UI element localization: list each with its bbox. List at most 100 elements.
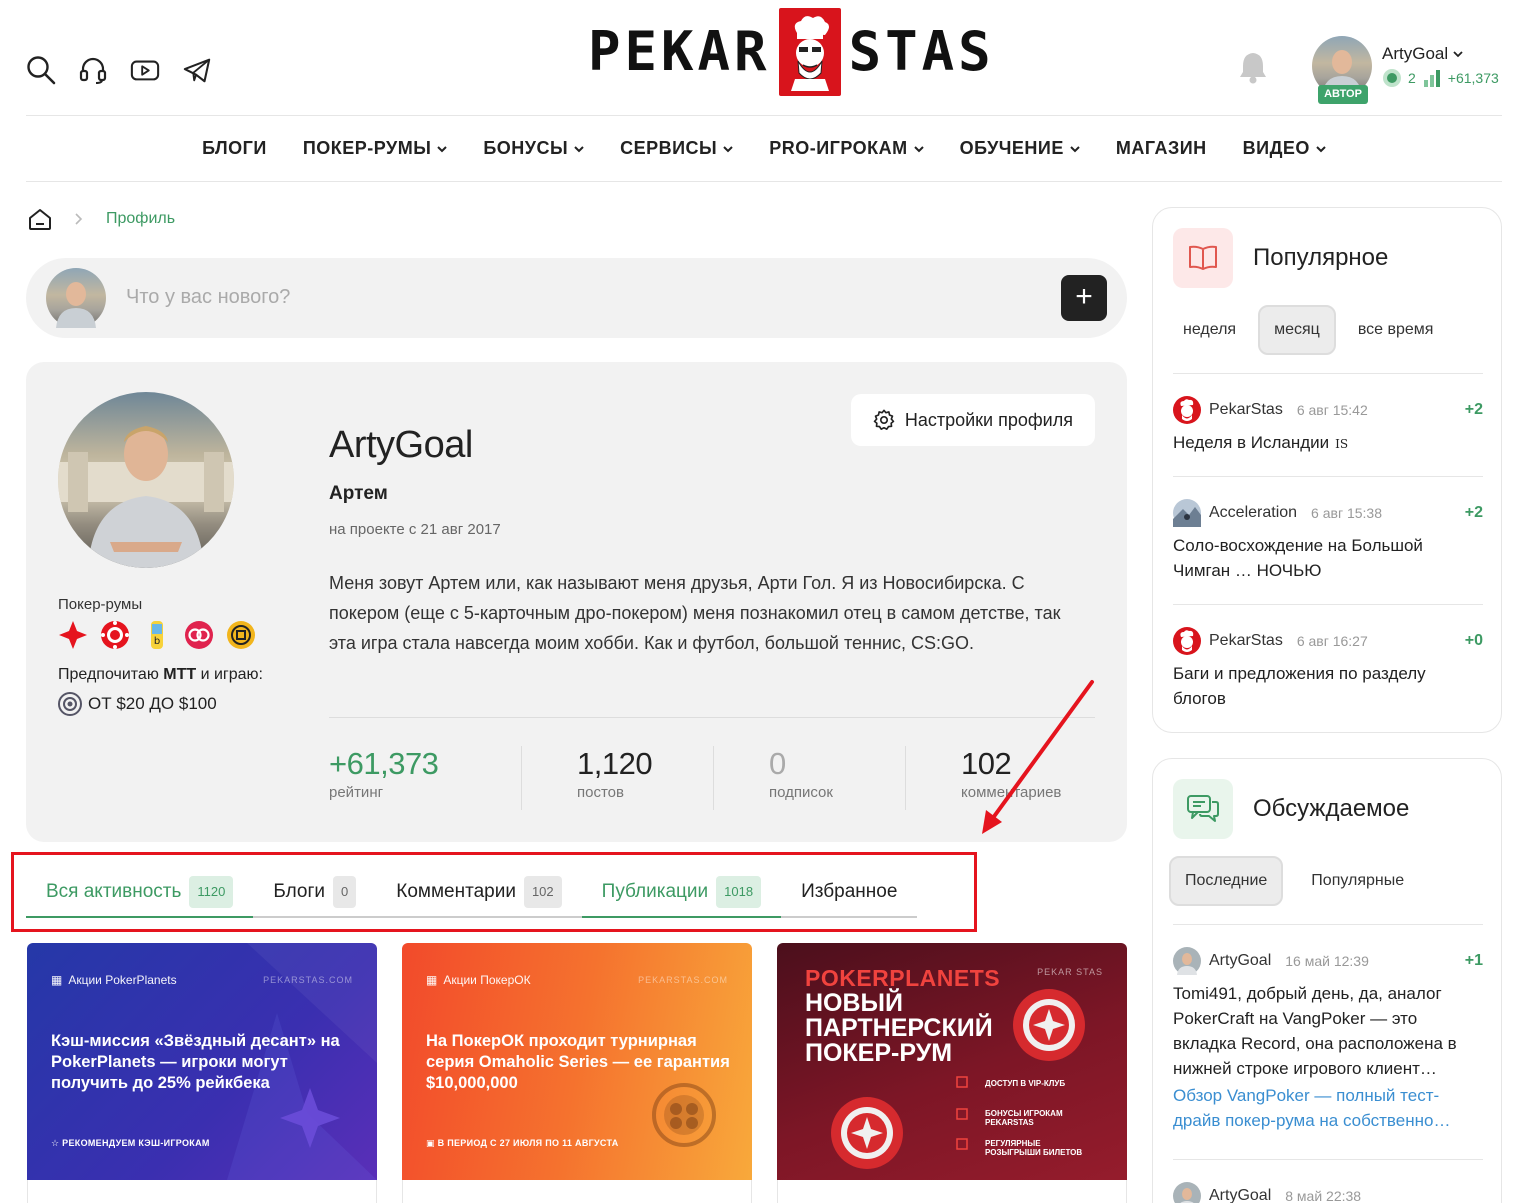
profile-settings-button[interactable]: Настройки профиля bbox=[850, 394, 1095, 446]
nav-item-4[interactable]: СЕРВИСЫ bbox=[620, 138, 733, 159]
book-icon bbox=[1173, 228, 1233, 288]
card-tag: ▦ Акции PokerPlanets bbox=[51, 973, 177, 987]
tab-2[interactable]: Блоги 0 bbox=[253, 868, 377, 918]
feed-score: +2 bbox=[1464, 401, 1483, 418]
composer-avatar bbox=[46, 268, 106, 328]
tab-label: Вся активность bbox=[46, 881, 182, 902]
filter-неделя[interactable]: неделя bbox=[1169, 305, 1250, 355]
feed-author[interactable]: ArtyGoal bbox=[1209, 952, 1271, 970]
notification-bell-icon[interactable] bbox=[1238, 50, 1268, 84]
feed-title[interactable]: Баги и предложения по разделу блогов bbox=[1173, 661, 1483, 711]
youtube-icon[interactable] bbox=[130, 55, 160, 85]
discussed-item[interactable]: ArtyGoal 16 май 12:39 +1 Tomi491, добрый де… bbox=[1173, 947, 1483, 1133]
filter-Последние[interactable]: Последние bbox=[1169, 856, 1284, 906]
composer-input[interactable]: Что у вас нового? bbox=[126, 286, 290, 309]
card-feature: ДОСТУП В VIP-КЛУБ bbox=[985, 1079, 1066, 1088]
stat-комментариев: 102 комментариев bbox=[905, 746, 1097, 810]
user-level: 2 bbox=[1408, 70, 1416, 86]
filter-все время[interactable]: все время bbox=[1344, 305, 1448, 355]
card-feature: РЕГУЛЯРНЫЕ РОЗЫГРЫШИ БИЛЕТОВ bbox=[985, 1139, 1083, 1157]
nav-item-label: ВИДЕО bbox=[1242, 138, 1310, 158]
feed-divider bbox=[1173, 1159, 1483, 1160]
level-medal-icon bbox=[1383, 69, 1401, 87]
tab-3[interactable]: Комментарии 102 bbox=[376, 868, 582, 918]
tab-label: Блоги bbox=[273, 881, 326, 902]
nav-item-label: БЛОГИ bbox=[202, 138, 267, 158]
stat-подписок: 0 подписок bbox=[713, 746, 905, 810]
logo-text-left: PEKAR bbox=[588, 20, 771, 83]
home-icon[interactable] bbox=[28, 207, 52, 231]
telegram-icon[interactable] bbox=[182, 55, 212, 85]
stat-value: 102 bbox=[961, 746, 1012, 781]
comment-post-link[interactable]: Обзор VangPoker — полный тест-драйв поке… bbox=[1173, 1083, 1483, 1133]
chevron-down-icon bbox=[1316, 138, 1326, 159]
feed-author[interactable]: Acceleration bbox=[1209, 504, 1297, 522]
popular-item[interactable]: PekarStas 6 авг 15:42 +2 Неделя в Исландии I… bbox=[1173, 396, 1483, 457]
add-post-button[interactable]: + bbox=[1061, 275, 1107, 321]
site-logo[interactable]: PEKAR STAS bbox=[588, 8, 995, 96]
pokerplanets-room-icon[interactable] bbox=[58, 620, 88, 650]
user-menu-toggle[interactable]: ArtyGoal bbox=[1382, 44, 1463, 64]
nav-item-2[interactable]: ПОКЕР-РУМЫ bbox=[303, 138, 448, 159]
main-nav: БЛОГИ ПОКЕР-РУМЫ БОНУСЫ СЕРВИСЫ PRO-ИГРОКАМ О… bbox=[26, 116, 1502, 182]
stat-рейтинг: +61,373 рейтинг bbox=[329, 746, 521, 801]
betboom-room-icon[interactable]: b bbox=[142, 620, 172, 650]
card-footer: ▣ В ПЕРИОД С 27 ИЮЛЯ ПО 11 АВГУСТА bbox=[426, 1138, 619, 1149]
feed-title[interactable]: Неделя в Исландии IS bbox=[1173, 430, 1483, 457]
stat-value: +61,373 bbox=[329, 746, 439, 781]
card-body bbox=[402, 1180, 752, 1203]
tab-5[interactable]: Избранное bbox=[781, 868, 918, 918]
nav-item-6[interactable]: ОБУЧЕНИЕ bbox=[960, 138, 1080, 159]
discussed-item[interactable]: ArtyGoal 8 май 22:38 bbox=[1173, 1182, 1483, 1203]
chevron-down-icon bbox=[1453, 51, 1463, 58]
author-avatar bbox=[1173, 947, 1201, 975]
tab-1[interactable]: Вся активность 1120 bbox=[26, 868, 254, 918]
nav-item-3[interactable]: БОНУСЫ bbox=[483, 138, 584, 159]
publication-card[interactable]: ▦ Акции PokerPlanets PEKARSTAS.COM Кэш-ми… bbox=[27, 943, 377, 1180]
tab-count-badge: 102 bbox=[523, 876, 562, 908]
card-body bbox=[27, 1180, 377, 1203]
nav-item-1[interactable]: БЛОГИ bbox=[202, 138, 267, 159]
breadcrumb-current[interactable]: Профиль bbox=[106, 210, 175, 228]
coinpoker-room-icon[interactable] bbox=[226, 620, 256, 650]
feed-title-text: Баги и предложения по разделу блогов bbox=[1173, 664, 1426, 708]
feed-divider bbox=[1173, 476, 1483, 477]
feed-item-header: ArtyGoal 16 май 12:39 +1 bbox=[1173, 947, 1483, 975]
tab-count-badge: 1120 bbox=[189, 876, 234, 908]
feed-author[interactable]: ArtyGoal bbox=[1209, 1187, 1271, 1203]
nav-item-label: PRO-ИГРОКАМ bbox=[769, 138, 908, 158]
discussed-widget: Обсуждаемое Последние Популярные ArtyGoal… bbox=[1152, 758, 1502, 1203]
nav-item-5[interactable]: PRO-ИГРОКАМ bbox=[769, 138, 924, 159]
header-icons bbox=[26, 55, 212, 85]
profile-username: ArtyGoal bbox=[329, 424, 473, 466]
publication-card[interactable]: PEKAR STAS POKERPLANETS НОВЫЙ ПАРТНЕРСКИ… bbox=[777, 943, 1127, 1180]
support-headset-icon[interactable] bbox=[78, 55, 108, 85]
search-icon[interactable] bbox=[26, 55, 56, 85]
feed-score: +0 bbox=[1464, 632, 1483, 649]
gift-icon: ▦ bbox=[426, 973, 438, 987]
nav-item-label: БОНУСЫ bbox=[483, 138, 569, 158]
comment-text[interactable]: Tomi491, добрый день, да, аналог PokerCr… bbox=[1173, 981, 1483, 1081]
popular-item[interactable]: Acceleration 6 авг 15:38 +2 Соло-восхождени… bbox=[1173, 499, 1483, 583]
pokerok-room-icon[interactable] bbox=[100, 620, 130, 650]
redstar-room-icon[interactable] bbox=[184, 620, 214, 650]
feed-score: +2 bbox=[1464, 504, 1483, 521]
filter-месяц[interactable]: месяц bbox=[1258, 305, 1336, 355]
tab-count-badge: 1018 bbox=[716, 876, 762, 908]
popular-item[interactable]: PekarStas 6 авг 16:27 +0 Баги и предложения… bbox=[1173, 627, 1483, 711]
stat-label: постов bbox=[577, 784, 624, 801]
nav-item-7[interactable]: МАГАЗИН bbox=[1116, 138, 1207, 159]
tab-4[interactable]: Публикации 1018 bbox=[581, 868, 782, 918]
feed-time: 6 авг 16:27 bbox=[1296, 633, 1368, 649]
feed-author[interactable]: PekarStas bbox=[1209, 401, 1283, 419]
card-tag-label: Акции PokerPlanets bbox=[68, 973, 177, 987]
chip-icon bbox=[58, 692, 82, 716]
publication-card[interactable]: ▦ Акции ПокерОК PEKARSTAS.COM На ПокерОК … bbox=[402, 943, 752, 1180]
nav-item-8[interactable]: ВИДЕО bbox=[1243, 138, 1326, 159]
feed-time: 16 май 12:39 bbox=[1285, 953, 1369, 969]
filter-Популярные[interactable]: Популярные bbox=[1297, 856, 1418, 906]
feed-author[interactable]: PekarStas bbox=[1209, 632, 1283, 650]
feed-title[interactable]: Соло-восхождение на Большой Чимган … НОЧ… bbox=[1173, 533, 1483, 583]
post-composer[interactable]: Что у вас нового? + bbox=[26, 258, 1127, 338]
pref-text-after: и играю: bbox=[196, 666, 263, 683]
